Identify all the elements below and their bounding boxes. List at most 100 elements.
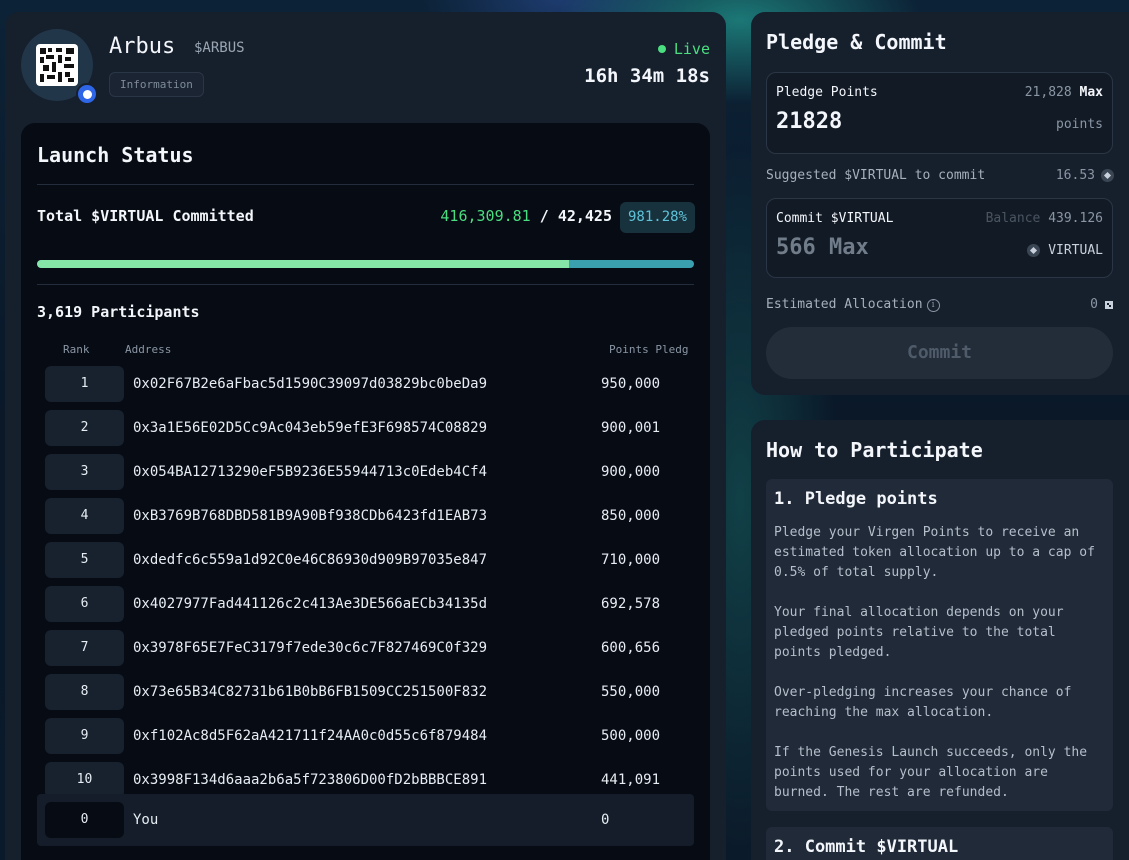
pledge-points-available: 21,828 Max	[1025, 85, 1103, 100]
points-cell: 441,091	[601, 772, 661, 788]
table-row: 10 0x3998F134d6aaa2b6a5f723806D00fD2bBBB…	[45, 762, 695, 798]
virtual-coin-icon	[1027, 244, 1041, 257]
launch-panel: Arbus $ARBUS Information Live 16h 34m 18…	[5, 12, 726, 860]
address-cell[interactable]: 0x3a1E56E02D5Cc9Ac043eb59efE3F698574C088…	[133, 410, 487, 446]
progress-fill	[37, 260, 570, 268]
pledge-commit-panel: Pledge & Commit Pledge Points 21,828 Max…	[751, 12, 1129, 395]
points-cell: 950,000	[601, 376, 661, 392]
estimated-amount: 0	[1090, 297, 1098, 312]
max-points-button[interactable]: Max	[1080, 85, 1103, 100]
token-logo	[21, 29, 98, 105]
balance-info: Balance 439.126	[986, 211, 1103, 226]
table-row: 6 0x4027977Fad441126c2c413Ae3DE566aECb34…	[45, 586, 695, 622]
participants-count: 3,619 Participants	[37, 303, 200, 321]
pledge-points-label: Pledge Points	[776, 85, 878, 100]
address-cell[interactable]: 0x3998F134d6aaa2b6a5f723806D00fD2bBBBCE8…	[133, 762, 487, 798]
you-label: You	[133, 812, 159, 828]
table-row: 4 0xB3769B768DBD581B9A90Bf938CDb6423fd1E…	[45, 498, 695, 534]
estimated-allocation-row: Estimated Allocation i 0	[766, 297, 1114, 312]
how-to-participate-title: How to Participate	[766, 438, 983, 462]
points-cell: 900,001	[601, 420, 661, 436]
rank-cell: 5	[45, 542, 124, 578]
how-to-participate-panel: How to Participate 1. Pledge points Pled…	[751, 420, 1129, 860]
info-icon[interactable]: i	[926, 299, 940, 312]
pledge-points-field[interactable]: Pledge Points 21,828 Max 21828 points	[766, 72, 1113, 154]
rank-cell: 6	[45, 586, 124, 622]
rank-cell: 0	[45, 802, 124, 838]
step-body: Pledge your Virgen Points to receive an …	[774, 523, 1109, 823]
countdown-timer: 16h 34m 18s	[584, 65, 710, 87]
rank-cell: 1	[45, 366, 124, 402]
balance-value: 439.126	[1048, 211, 1103, 226]
rank-cell: 7	[45, 630, 124, 666]
commit-button[interactable]: Commit	[766, 327, 1113, 379]
rank-cell: 2	[45, 410, 124, 446]
step-paragraph: Over-pledging increases your chance of r…	[774, 685, 1072, 720]
virtual-unit: VIRTUAL	[1048, 243, 1103, 258]
token-name: Arbus	[109, 34, 176, 59]
address-cell[interactable]: 0x054BA12713290eF5B9236E55944713c0Edeb4C…	[133, 454, 487, 490]
table-row: 5 0xdedfc6c559a1d92C0e46C86930d909B97035…	[45, 542, 695, 578]
rank-cell: 4	[45, 498, 124, 534]
points-cell: 900,000	[601, 464, 661, 480]
points-unit: points	[1056, 117, 1103, 132]
cube-logo-icon	[36, 44, 78, 86]
pledge-points-input[interactable]: 21828	[776, 109, 842, 134]
column-header-points: Points Pledg	[609, 343, 689, 356]
suggested-amount: 16.53	[1055, 168, 1095, 183]
address-cell[interactable]: 0xf102Ac8d5F62aA421711f24AA0c0d55c6f8794…	[133, 718, 487, 754]
table-row: 9 0xf102Ac8d5F62aA421711f24AA0c0d55c6f87…	[45, 718, 695, 754]
suggested-virtual-row: Suggested $VIRTUAL to commit 16.53	[766, 168, 1114, 183]
commit-amount-input[interactable]: 566 Max	[776, 235, 869, 260]
information-button[interactable]: Information	[109, 72, 204, 97]
step-paragraph: If the Genesis Launch succeeds, only the…	[774, 745, 1088, 800]
pledge-commit-title: Pledge & Commit	[766, 30, 947, 54]
balance-label: Balance	[985, 211, 1041, 226]
points-cell: 0	[601, 812, 610, 828]
progress-bar	[37, 260, 694, 268]
verified-badge-icon	[76, 83, 98, 105]
total-committed-values: 416,309.81 / 42,425	[440, 207, 612, 225]
points-cell: 710,000	[601, 552, 661, 568]
address-cell[interactable]: 0x02F67B2e6aFbac5d1590C39097d03829bc0beD…	[133, 366, 487, 402]
suggested-value: 16.53	[1056, 168, 1114, 183]
percent-badge: 981.28%	[619, 202, 695, 233]
step-pledge-points: 1. Pledge points Pledge your Virgen Poin…	[766, 479, 1113, 811]
table-row: 3 0x054BA12713290eF5B9236E55944713c0Edeb…	[45, 454, 695, 490]
rank-cell: 3	[45, 454, 124, 490]
table-row: 1 0x02F67B2e6aFbac5d1590C39097d03829bc0b…	[45, 366, 695, 402]
commit-virtual-field[interactable]: Commit $VIRTUAL Balance 439.126 566 Max …	[766, 198, 1113, 278]
address-cell[interactable]: 0x4027977Fad441126c2c413Ae3DE566aECb3413…	[133, 586, 487, 622]
live-dot-icon	[657, 45, 666, 53]
virtual-coin-icon	[1101, 169, 1114, 182]
points-cell: 692,578	[601, 596, 661, 612]
step-paragraph: Your final allocation depends on your pl…	[774, 605, 1064, 660]
cube-token-icon	[1105, 300, 1113, 309]
column-header-address: Address	[125, 343, 172, 356]
token-ticker: $ARBUS	[194, 40, 245, 56]
total-committed-label: Total $VIRTUAL Committed	[37, 207, 254, 225]
separator: /	[539, 207, 549, 225]
step-title: 2. Commit $VIRTUAL	[774, 837, 959, 857]
points-available-value: 21,828	[1024, 85, 1072, 100]
address-cell[interactable]: 0xB3769B768DBD581B9A90Bf938CDb6423fd1EAB…	[133, 498, 487, 534]
committed-amount: 416,309.81	[440, 207, 531, 225]
suggested-label: Suggested $VIRTUAL to commit	[766, 168, 986, 183]
table-row: 2 0x3a1E56E02D5Cc9Ac043eb59efE3F698574C0…	[45, 410, 695, 446]
address-cell[interactable]: 0xdedfc6c559a1d92C0e46C86930d909B97035e8…	[133, 542, 487, 578]
estimated-allocation-label: Estimated Allocation	[766, 297, 923, 312]
table-row: 8 0x73e65B34C82731b61B0bB6FB1509CC251500…	[45, 674, 695, 710]
table-row: 7 0x3978F65E7FeC3179f7ede30c6c7F827469C0…	[45, 630, 695, 666]
step-title: 1. Pledge points	[774, 489, 938, 509]
rank-cell: 10	[45, 762, 124, 798]
divider	[37, 184, 694, 185]
points-cell: 500,000	[601, 728, 661, 744]
points-cell: 600,656	[601, 640, 661, 656]
step-commit-virtual: 2. Commit $VIRTUAL	[766, 827, 1113, 860]
address-cell[interactable]: 0x73e65B34C82731b61B0bB6FB1509CC251500F8…	[133, 674, 487, 710]
divider	[37, 284, 694, 285]
estimated-allocation-value: 0	[1090, 297, 1114, 312]
column-header-rank: Rank	[63, 343, 90, 356]
target-amount: 42,425	[557, 207, 612, 225]
address-cell[interactable]: 0x3978F65E7FeC3179f7ede30c6c7F827469C0f3…	[133, 630, 487, 666]
